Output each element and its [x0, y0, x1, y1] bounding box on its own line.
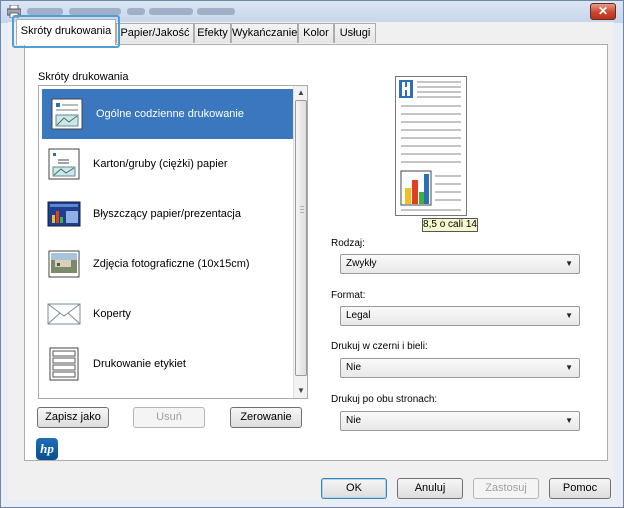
- list-item-label: Drukowanie etykiet: [93, 358, 186, 370]
- tab-label: Papier/Jakość: [120, 27, 190, 39]
- tab-label: Wykańczanie: [232, 27, 298, 39]
- tab-label: Efekty: [197, 27, 228, 39]
- cardstock-icon: [48, 148, 80, 180]
- tab-label: Skróty drukowania: [20, 25, 112, 37]
- shortcuts-scrollbar[interactable]: ▲ – – – ▼: [293, 86, 307, 398]
- help-button[interactable]: Pomoc: [549, 478, 611, 499]
- select-value: Nie: [346, 362, 362, 373]
- close-button[interactable]: ✕: [590, 3, 616, 20]
- button-label: Zapisz jako: [45, 411, 101, 423]
- tab-effects[interactable]: Efekty: [194, 23, 231, 43]
- tab-print-shortcuts[interactable]: Skróty drukowania: [16, 19, 116, 45]
- button-label: Usuń: [156, 411, 182, 423]
- list-item-label: Zdjęcia fotograficzne (10x15cm): [93, 258, 250, 270]
- paper-format-select[interactable]: Legal ▼: [340, 306, 580, 326]
- list-item-label: Ogólne codzienne drukowanie: [96, 108, 244, 120]
- glossy-presentation-icon: [47, 201, 81, 227]
- window-title: [27, 6, 247, 17]
- paper-size-label: 8,5 o cali 14: [422, 218, 478, 232]
- tab-label: Kolor: [303, 27, 329, 39]
- button-label: Anuluj: [414, 482, 446, 494]
- paper-type-label: Rodzaj:: [331, 238, 365, 249]
- hp-logo-icon: hp: [36, 438, 58, 460]
- page-preview: 8,5 o cali 14: [377, 74, 487, 234]
- tab-paper-quality[interactable]: Papier/Jakość: [116, 23, 194, 43]
- chevron-down-icon: ▼: [565, 416, 573, 425]
- duplex-label: Drukuj po obu stronach:: [331, 394, 438, 405]
- scroll-up-arrow-icon[interactable]: ▲: [294, 86, 308, 100]
- chevron-down-icon: ▼: [565, 363, 573, 372]
- button-label: Zastosuj: [485, 482, 527, 494]
- select-value: Zwykły: [346, 258, 377, 269]
- chevron-down-icon: ▼: [565, 311, 573, 320]
- reset-button[interactable]: Zerowanie: [230, 407, 302, 428]
- printer-icon: [7, 5, 21, 18]
- labels-icon: [49, 347, 79, 381]
- delete-button[interactable]: Usuń: [133, 407, 205, 428]
- photo-icon: [48, 250, 80, 278]
- cancel-button[interactable]: Anuluj: [397, 478, 463, 499]
- list-item-label: Błyszczący papier/prezentacja: [93, 208, 241, 220]
- select-value: Nie: [346, 415, 362, 426]
- list-item[interactable]: Drukowanie etykiet: [39, 339, 295, 389]
- list-item[interactable]: Karton/gruby (ciężki) papier: [39, 139, 295, 189]
- list-item-label: Koperty: [93, 308, 131, 320]
- scrollbar-thumb[interactable]: – – –: [295, 100, 307, 376]
- shortcuts-list[interactable]: Ogólne codzienne drukowanie Karton/gruby…: [38, 85, 308, 399]
- button-label: Pomoc: [562, 482, 598, 494]
- grayscale-label: Drukuj w czerni i bieli:: [331, 341, 428, 352]
- tab-services[interactable]: Usługi: [334, 23, 376, 43]
- paper-format-label: Format:: [331, 290, 366, 301]
- button-label: OK: [346, 482, 362, 494]
- list-item[interactable]: Ogólne codzienne drukowanie: [42, 89, 295, 139]
- close-icon: ✕: [597, 4, 609, 18]
- list-item[interactable]: Koperty: [39, 289, 295, 339]
- envelope-icon: [47, 303, 81, 325]
- tab-label: Usługi: [339, 27, 371, 39]
- scrollbar-grip-icon: – – –: [300, 203, 304, 216]
- page-preview-image: [395, 76, 467, 216]
- select-value: Legal: [346, 310, 371, 321]
- grayscale-select[interactable]: Nie ▼: [340, 358, 580, 378]
- scroll-down-arrow-icon[interactable]: ▼: [294, 384, 308, 398]
- list-item[interactable]: Zdjęcia fotograficzne (10x15cm): [39, 239, 295, 289]
- document-preview-icon: [399, 80, 461, 211]
- list-item[interactable]: Błyszczący papier/prezentacja: [39, 189, 295, 239]
- duplex-select[interactable]: Nie ▼: [340, 411, 580, 431]
- list-item-label: Karton/gruby (ciężki) papier: [93, 158, 228, 170]
- save-as-button[interactable]: Zapisz jako: [37, 407, 109, 428]
- chevron-down-icon: ▼: [565, 259, 573, 268]
- apply-button[interactable]: Zastosuj: [473, 478, 539, 499]
- paper-type-select[interactable]: Zwykły ▼: [340, 254, 580, 274]
- tab-color[interactable]: Kolor: [298, 23, 334, 43]
- tab-finishing[interactable]: Wykańczanie: [231, 23, 298, 43]
- ok-button[interactable]: OK: [321, 478, 387, 499]
- button-label: Zerowanie: [240, 411, 292, 423]
- everyday-print-icon: [51, 98, 83, 130]
- shortcuts-group-label: Skróty drukowania: [38, 71, 129, 83]
